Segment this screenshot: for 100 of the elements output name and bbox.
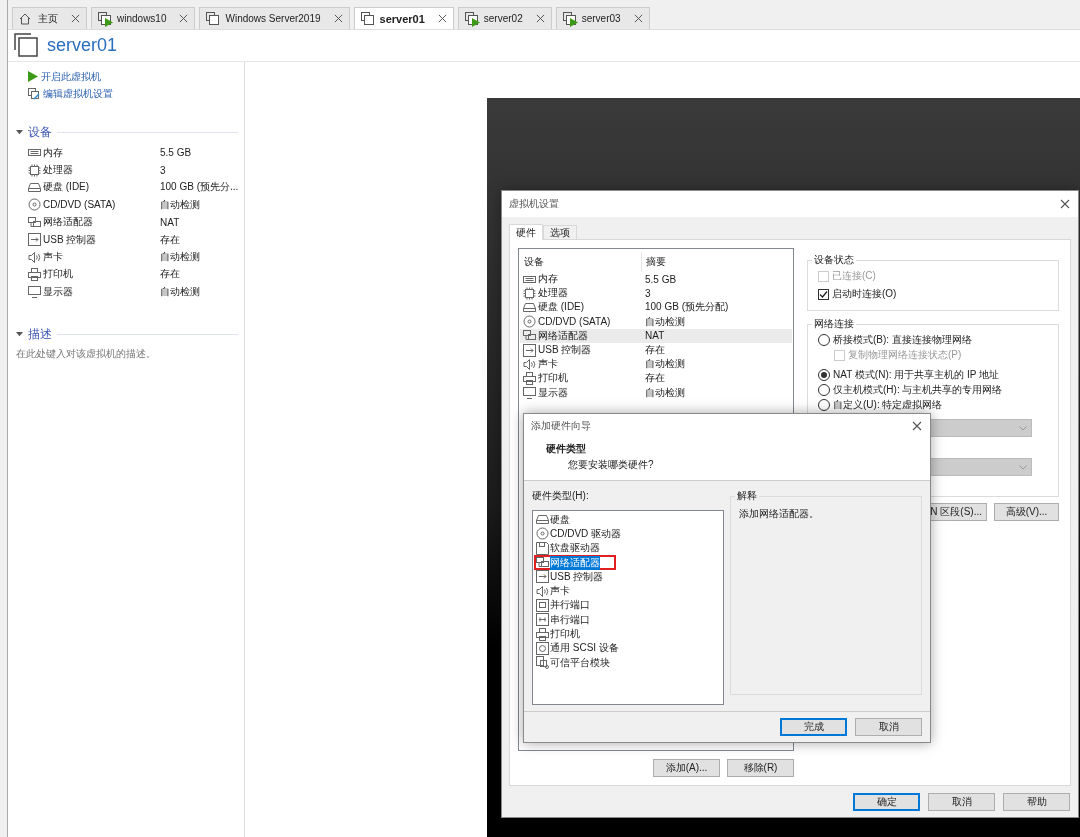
table-row[interactable]: 硬盘 (IDE) 100 GB (预先分配) — [520, 300, 792, 315]
printer-icon — [28, 267, 41, 281]
checkbox-option[interactable]: 启动时连接(O) — [818, 287, 1050, 301]
column-header: 设备 — [520, 252, 642, 272]
checkmark-icon — [819, 289, 828, 299]
disc-icon — [536, 527, 549, 541]
close-icon[interactable] — [912, 421, 922, 431]
network-icon — [536, 556, 549, 570]
dialog-button[interactable]: 取消 — [855, 718, 922, 736]
chip-icon — [28, 163, 41, 177]
radio-option[interactable]: 仅主机模式(H): 与主机共享的专用网络 — [818, 383, 1050, 397]
usb-icon — [523, 343, 536, 357]
list-item[interactable]: 串行端口 — [534, 612, 592, 627]
group-title: 解释 — [736, 489, 758, 503]
close-icon[interactable] — [437, 14, 447, 23]
list-item[interactable]: 软盘驱动器 — [534, 541, 602, 556]
vm-icon — [360, 12, 374, 25]
dialog-button[interactable]: 帮助 — [1003, 792, 1070, 811]
radio-button[interactable] — [818, 384, 830, 396]
device-value: 3 — [160, 164, 167, 176]
dialog-button[interactable]: 添加(A)... — [653, 759, 720, 777]
device-icon — [536, 641, 549, 655]
dialog-button[interactable]: 取消 — [928, 792, 995, 811]
close-icon[interactable] — [633, 14, 643, 23]
tab[interactable]: 选项 — [543, 225, 577, 239]
list-item[interactable]: 通用 SCSI 设备 — [534, 641, 621, 656]
close-icon[interactable] — [1060, 199, 1070, 209]
device-value: 自动检测 — [160, 250, 201, 265]
monitor-icon — [28, 285, 41, 299]
usb-icon — [536, 570, 549, 584]
radio-button[interactable] — [818, 334, 830, 346]
close-icon[interactable] — [71, 14, 80, 23]
close-icon[interactable] — [179, 14, 189, 23]
device-value: 100 GB (预先分... — [160, 180, 239, 195]
module-icon — [536, 656, 549, 670]
table-row[interactable]: 显示器 自动检测 — [520, 385, 792, 400]
dialog-button[interactable]: 确定 — [853, 792, 920, 811]
table-row[interactable]: 打印机 存在 — [520, 371, 792, 386]
tab[interactable]: server02 — [457, 7, 552, 29]
device-name: 处理器 — [43, 163, 73, 178]
table-row[interactable]: 处理器 3 — [520, 286, 792, 301]
list-item[interactable]: 硬盘 — [534, 512, 572, 527]
list-item[interactable]: 打印机 — [534, 626, 582, 642]
list-item[interactable]: 声卡 — [534, 584, 572, 599]
dialog-button[interactable]: 移除(R) — [727, 759, 794, 777]
chevron-down-icon — [1019, 425, 1027, 431]
tab[interactable]: 硬件 — [509, 224, 543, 240]
tab[interactable]: 主页 — [12, 7, 87, 29]
close-icon[interactable] — [535, 14, 545, 23]
table-row[interactable]: USB 控制器 存在 — [520, 342, 792, 358]
list-item[interactable]: USB 控制器 — [534, 569, 606, 584]
radio-option[interactable]: 自定义(U): 特定虚拟网络 — [818, 398, 1050, 412]
dialog-button[interactable]: 完成 — [780, 718, 847, 736]
home-icon — [19, 12, 31, 25]
chevron-down-icon — [1019, 464, 1027, 470]
radio-option[interactable]: NAT 模式(N): 用于共享主机的 IP 地址 — [818, 368, 1050, 382]
drive-icon — [523, 300, 536, 314]
radio-option[interactable]: 桥接模式(B): 直接连接物理网络 — [818, 333, 1050, 347]
wizard-heading: 硬件类型 — [546, 442, 587, 456]
section-title: 设备 — [28, 124, 52, 141]
table-row[interactable]: 网络适配器 NAT — [520, 328, 792, 343]
chip-icon — [523, 286, 536, 300]
collapse-icon[interactable] — [16, 330, 23, 338]
table-row[interactable]: CD/DVD (SATA) 自动检测 — [520, 314, 792, 329]
list-item[interactable]: 可信平台模块 — [534, 655, 612, 670]
vm-icon — [206, 12, 220, 25]
dialog-title: 虚拟机设置 — [509, 197, 559, 211]
radio-button[interactable] — [818, 399, 830, 411]
group-title: 网络连接 — [813, 317, 855, 331]
dialog-button[interactable]: 高级(V)... — [994, 503, 1059, 521]
table-row[interactable]: 内存 5.5 GB — [520, 272, 792, 287]
wizard-subheading: 您要安装哪类硬件? — [568, 458, 655, 472]
list-label: 硬件类型(H): — [532, 489, 590, 503]
list-item[interactable]: 并行端口 — [534, 598, 592, 613]
action-link[interactable]: 编辑虚拟机设置 — [28, 85, 113, 102]
column-header: 摘要 — [645, 255, 667, 269]
usb-icon — [28, 233, 41, 247]
device-name: 硬盘 (IDE) — [43, 180, 90, 195]
radio-button[interactable] — [818, 369, 830, 381]
checkbox[interactable] — [818, 288, 829, 300]
tab[interactable]: Windows Server2019 — [199, 7, 350, 29]
group-title: 设备状态 — [813, 253, 855, 267]
table-row[interactable]: 声卡 自动检测 — [520, 357, 792, 372]
device-name: USB 控制器 — [43, 232, 97, 247]
action-link[interactable]: 开启此虚拟机 — [28, 68, 101, 85]
speaker-icon — [536, 584, 549, 598]
description-field[interactable]: 在此处键入对该虚拟机的描述。 — [16, 346, 238, 361]
tab[interactable]: server01 — [353, 7, 454, 29]
close-icon[interactable] — [333, 14, 343, 23]
tab[interactable]: server03 — [555, 7, 650, 29]
disc-icon — [28, 198, 41, 212]
network-icon — [28, 215, 41, 229]
speaker-icon — [28, 250, 41, 264]
disc-icon — [523, 315, 536, 329]
collapse-icon[interactable] — [16, 129, 23, 136]
tab[interactable]: windows10 — [91, 7, 196, 29]
monitor-icon — [523, 386, 536, 400]
list-item[interactable]: 网络适配器 — [534, 555, 616, 570]
list-item[interactable]: CD/DVD 驱动器 — [534, 526, 624, 542]
section-title: 描述 — [28, 325, 52, 343]
